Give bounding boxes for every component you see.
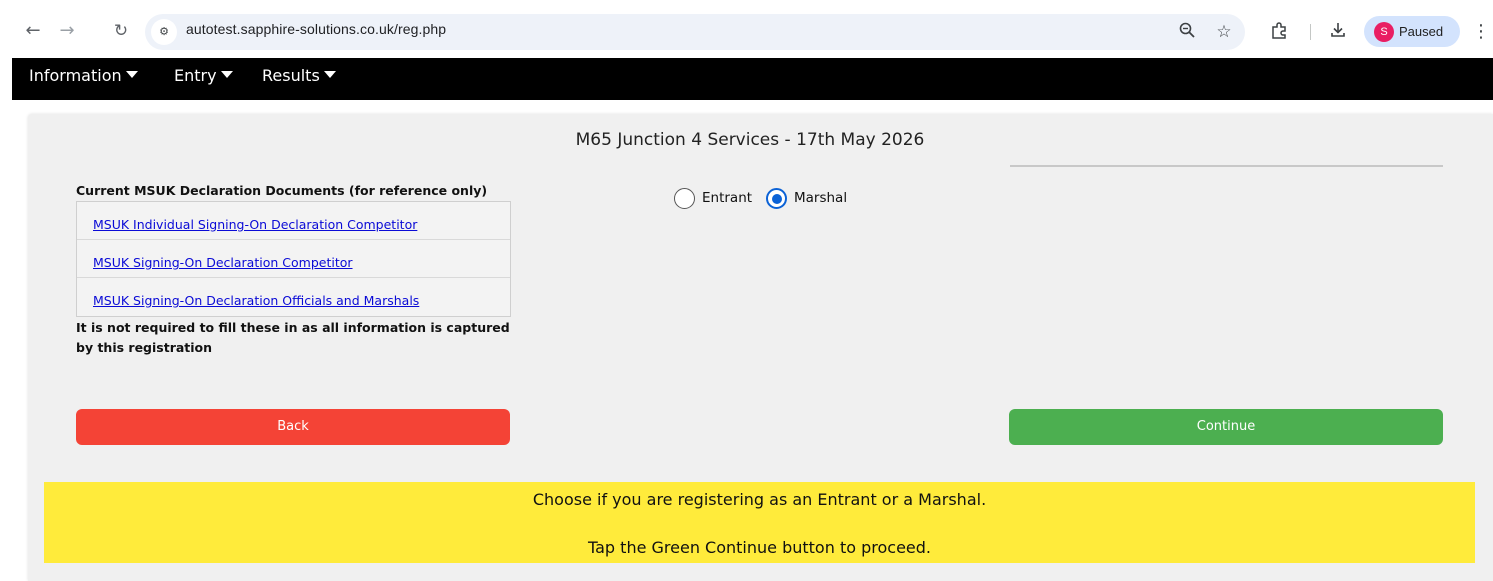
event-title: M65 Junction 4 Services - 17th May 2026	[575, 130, 925, 150]
notice-line-2: Tap the Green Continue button to proceed…	[588, 538, 931, 557]
table-row: MSUK Signing-On Declaration Competitor	[77, 240, 510, 278]
nav-item-results[interactable]: Results	[262, 66, 336, 85]
download-icon[interactable]	[1327, 21, 1349, 43]
kebab-menu-icon[interactable]: ⋮	[1470, 21, 1492, 43]
back-arrow-icon[interactable]: ←	[22, 20, 44, 42]
reload-icon[interactable]: ↻	[110, 20, 132, 42]
documents-table: MSUK Individual Signing-On Declaration C…	[76, 201, 511, 317]
bookmark-star-icon[interactable]: ☆	[1213, 21, 1235, 43]
url-text[interactable]: autotest.sapphire-solutions.co.uk/reg.ph…	[186, 21, 446, 37]
avatar[interactable]: S	[1374, 22, 1394, 42]
marshal-radio[interactable]	[766, 188, 787, 209]
extensions-icon[interactable]	[1268, 21, 1290, 43]
caret-down-icon	[323, 71, 336, 78]
site-info-icon[interactable]: ⚙	[151, 19, 177, 45]
continue-button[interactable]: Continue	[1009, 409, 1443, 445]
site-nav-bar	[12, 58, 1493, 100]
document-link-competitor[interactable]: MSUK Signing-On Declaration Competitor	[93, 255, 353, 270]
document-link-officials-marshals[interactable]: MSUK Signing-On Declaration Officials an…	[93, 293, 419, 308]
caret-down-icon	[125, 71, 138, 78]
nav-item-entry[interactable]: Entry	[174, 66, 233, 85]
zoom-icon[interactable]	[1176, 21, 1198, 43]
table-row: MSUK Signing-On Declaration Officials an…	[77, 278, 510, 316]
table-row: MSUK Individual Signing-On Declaration C…	[77, 202, 510, 240]
document-link-individual-competitor[interactable]: MSUK Individual Signing-On Declaration C…	[93, 217, 417, 232]
nav-item-label: Information	[29, 66, 122, 85]
nav-item-information[interactable]: Information	[29, 66, 138, 85]
documents-heading: Current MSUK Declaration Documents (for …	[76, 183, 488, 198]
marshal-label[interactable]: Marshal	[794, 190, 847, 206]
divider-line	[1010, 165, 1443, 167]
documents-note: It is not required to fill these in as a…	[76, 320, 510, 355]
entrant-label[interactable]: Entrant	[702, 190, 752, 206]
nav-item-label: Results	[262, 66, 320, 85]
entrant-radio[interactable]	[674, 188, 695, 209]
forward-arrow-icon[interactable]: →	[56, 20, 78, 42]
caret-down-icon	[220, 71, 233, 78]
back-button[interactable]: Back	[76, 409, 510, 445]
instruction-notice: Choose if you are registering as an Entr…	[44, 482, 1475, 563]
nav-item-label: Entry	[174, 66, 217, 85]
toolbar-divider	[1310, 24, 1311, 40]
profile-status[interactable]: Paused	[1399, 24, 1443, 39]
notice-line-1: Choose if you are registering as an Entr…	[532, 490, 987, 509]
